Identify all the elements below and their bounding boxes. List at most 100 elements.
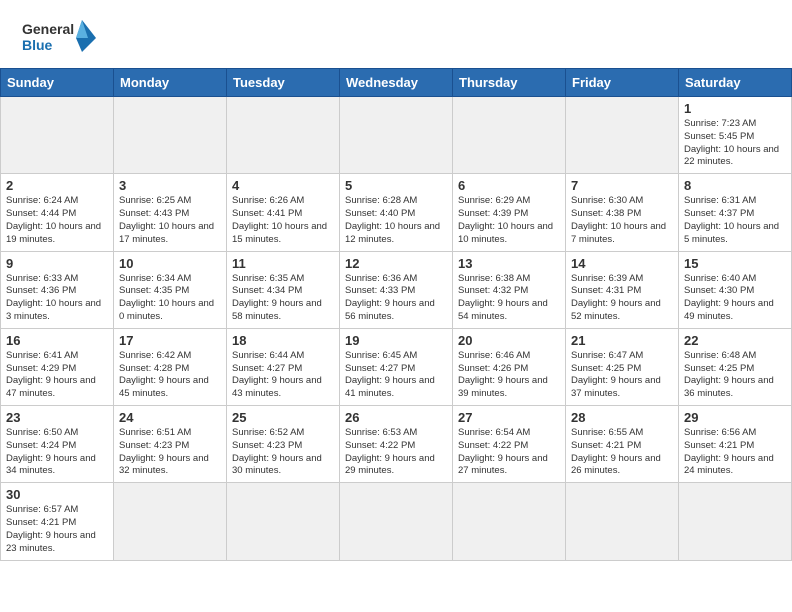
calendar-table: SundayMondayTuesdayWednesdayThursdayFrid…	[0, 68, 792, 561]
calendar-cell	[679, 483, 792, 560]
calendar-cell	[227, 483, 340, 560]
weekday-header-monday: Monday	[114, 69, 227, 97]
calendar-cell	[453, 483, 566, 560]
day-number: 14	[571, 256, 673, 271]
weekday-header-saturday: Saturday	[679, 69, 792, 97]
calendar-cell: 24Sunrise: 6:51 AM Sunset: 4:23 PM Dayli…	[114, 406, 227, 483]
calendar-cell: 8 Sunrise: 6:31 AM Sunset: 4:37 PM Daylig…	[679, 174, 792, 251]
calendar-cell: 30Sunrise: 6:57 AM Sunset: 4:21 PM Dayli…	[1, 483, 114, 560]
weekday-header-wednesday: Wednesday	[340, 69, 453, 97]
weekday-header-sunday: Sunday	[1, 69, 114, 97]
calendar-cell	[340, 97, 453, 174]
day-number: 11	[232, 256, 334, 271]
day-info: Sunrise: 6:48 AM Sunset: 4:25 PM Dayligh…	[684, 350, 786, 401]
calendar-week-row: 2 Sunrise: 6:24 AM Sunset: 4:44 PM Daylig…	[1, 174, 792, 251]
calendar-cell: 28Sunrise: 6:55 AM Sunset: 4:21 PM Dayli…	[566, 406, 679, 483]
page-header: GeneralBlue	[0, 0, 792, 68]
calendar-cell: 27Sunrise: 6:54 AM Sunset: 4:22 PM Dayli…	[453, 406, 566, 483]
day-number: 16	[6, 333, 108, 348]
day-info: Sunrise: 6:30 AM Sunset: 4:38 PM Dayligh…	[571, 195, 673, 246]
day-info: Sunrise: 6:52 AM Sunset: 4:23 PM Dayligh…	[232, 427, 334, 478]
calendar-week-row: 16 Sunrise: 6:41 AM Sunset: 4:29 PM Dayli…	[1, 328, 792, 405]
weekday-header-thursday: Thursday	[453, 69, 566, 97]
day-info: Sunrise: 6:55 AM Sunset: 4:21 PM Dayligh…	[571, 427, 673, 478]
day-info: Sunrise: 6:47 AM Sunset: 4:25 PM Dayligh…	[571, 350, 673, 401]
calendar-cell: 29 Sunrise: 6:56 AM Sunset: 4:21 PM Dayli…	[679, 406, 792, 483]
svg-text:General: General	[22, 21, 74, 37]
day-number: 15	[684, 256, 786, 271]
day-number: 1	[684, 101, 786, 116]
day-info: Sunrise: 6:57 AM Sunset: 4:21 PM Dayligh…	[6, 504, 108, 555]
calendar-cell: 26 Sunrise: 6:53 AM Sunset: 4:22 PM Dayli…	[340, 406, 453, 483]
calendar-cell: 6Sunrise: 6:29 AM Sunset: 4:39 PM Daylig…	[453, 174, 566, 251]
day-number: 23	[6, 410, 108, 425]
day-number: 20	[458, 333, 560, 348]
day-number: 3	[119, 178, 221, 193]
day-info: Sunrise: 6:50 AM Sunset: 4:24 PM Dayligh…	[6, 427, 108, 478]
calendar-cell: 1 Sunrise: 7:23 AM Sunset: 5:45 PM Daylig…	[679, 97, 792, 174]
calendar-cell: 11 Sunrise: 6:35 AM Sunset: 4:34 PM Dayli…	[227, 251, 340, 328]
day-info: Sunrise: 6:38 AM Sunset: 4:32 PM Dayligh…	[458, 273, 560, 324]
day-info: Sunrise: 6:31 AM Sunset: 4:37 PM Dayligh…	[684, 195, 786, 246]
day-info: Sunrise: 7:23 AM Sunset: 5:45 PM Dayligh…	[684, 118, 786, 169]
day-info: Sunrise: 6:56 AM Sunset: 4:21 PM Dayligh…	[684, 427, 786, 478]
day-number: 8	[684, 178, 786, 193]
day-number: 21	[571, 333, 673, 348]
calendar-cell: 14Sunrise: 6:39 AM Sunset: 4:31 PM Dayli…	[566, 251, 679, 328]
day-info: Sunrise: 6:46 AM Sunset: 4:26 PM Dayligh…	[458, 350, 560, 401]
calendar-week-row: 30Sunrise: 6:57 AM Sunset: 4:21 PM Dayli…	[1, 483, 792, 560]
weekday-header-friday: Friday	[566, 69, 679, 97]
calendar-cell: 5Sunrise: 6:28 AM Sunset: 4:40 PM Daylig…	[340, 174, 453, 251]
day-number: 25	[232, 410, 334, 425]
day-info: Sunrise: 6:40 AM Sunset: 4:30 PM Dayligh…	[684, 273, 786, 324]
weekday-header-row: SundayMondayTuesdayWednesdayThursdayFrid…	[1, 69, 792, 97]
logo-svg: GeneralBlue	[20, 16, 100, 60]
day-number: 26	[345, 410, 447, 425]
day-info: Sunrise: 6:24 AM Sunset: 4:44 PM Dayligh…	[6, 195, 108, 246]
day-info: Sunrise: 6:45 AM Sunset: 4:27 PM Dayligh…	[345, 350, 447, 401]
day-number: 29	[684, 410, 786, 425]
day-number: 18	[232, 333, 334, 348]
calendar-cell: 13Sunrise: 6:38 AM Sunset: 4:32 PM Dayli…	[453, 251, 566, 328]
day-info: Sunrise: 6:28 AM Sunset: 4:40 PM Dayligh…	[345, 195, 447, 246]
day-info: Sunrise: 6:41 AM Sunset: 4:29 PM Dayligh…	[6, 350, 108, 401]
day-number: 19	[345, 333, 447, 348]
calendar-cell: 23 Sunrise: 6:50 AM Sunset: 4:24 PM Dayli…	[1, 406, 114, 483]
calendar-cell: 10Sunrise: 6:34 AM Sunset: 4:35 PM Dayli…	[114, 251, 227, 328]
calendar-cell: 12 Sunrise: 6:36 AM Sunset: 4:33 PM Dayli…	[340, 251, 453, 328]
calendar-cell: 4 Sunrise: 6:26 AM Sunset: 4:41 PM Daylig…	[227, 174, 340, 251]
calendar-cell: 16 Sunrise: 6:41 AM Sunset: 4:29 PM Dayli…	[1, 328, 114, 405]
day-number: 4	[232, 178, 334, 193]
calendar-week-row: 1 Sunrise: 7:23 AM Sunset: 5:45 PM Daylig…	[1, 97, 792, 174]
calendar-cell	[114, 97, 227, 174]
calendar-cell	[566, 483, 679, 560]
calendar-cell: 7 Sunrise: 6:30 AM Sunset: 4:38 PM Daylig…	[566, 174, 679, 251]
day-number: 7	[571, 178, 673, 193]
day-info: Sunrise: 6:42 AM Sunset: 4:28 PM Dayligh…	[119, 350, 221, 401]
day-info: Sunrise: 6:44 AM Sunset: 4:27 PM Dayligh…	[232, 350, 334, 401]
day-info: Sunrise: 6:54 AM Sunset: 4:22 PM Dayligh…	[458, 427, 560, 478]
day-number: 17	[119, 333, 221, 348]
calendar-cell: 20 Sunrise: 6:46 AM Sunset: 4:26 PM Dayli…	[453, 328, 566, 405]
calendar-week-row: 9Sunrise: 6:33 AM Sunset: 4:36 PM Daylig…	[1, 251, 792, 328]
calendar-cell	[227, 97, 340, 174]
day-info: Sunrise: 6:25 AM Sunset: 4:43 PM Dayligh…	[119, 195, 221, 246]
day-number: 10	[119, 256, 221, 271]
svg-text:Blue: Blue	[22, 37, 53, 53]
day-number: 9	[6, 256, 108, 271]
day-info: Sunrise: 6:26 AM Sunset: 4:41 PM Dayligh…	[232, 195, 334, 246]
day-number: 24	[119, 410, 221, 425]
logo: GeneralBlue	[20, 16, 100, 60]
day-number: 2	[6, 178, 108, 193]
day-info: Sunrise: 6:53 AM Sunset: 4:22 PM Dayligh…	[345, 427, 447, 478]
day-info: Sunrise: 6:35 AM Sunset: 4:34 PM Dayligh…	[232, 273, 334, 324]
calendar-cell: 3 Sunrise: 6:25 AM Sunset: 4:43 PM Daylig…	[114, 174, 227, 251]
day-number: 12	[345, 256, 447, 271]
calendar-cell	[114, 483, 227, 560]
day-number: 6	[458, 178, 560, 193]
calendar-cell: 2 Sunrise: 6:24 AM Sunset: 4:44 PM Daylig…	[1, 174, 114, 251]
day-info: Sunrise: 6:36 AM Sunset: 4:33 PM Dayligh…	[345, 273, 447, 324]
weekday-header-tuesday: Tuesday	[227, 69, 340, 97]
calendar-cell: 21 Sunrise: 6:47 AM Sunset: 4:25 PM Dayli…	[566, 328, 679, 405]
calendar-cell: 15 Sunrise: 6:40 AM Sunset: 4:30 PM Dayli…	[679, 251, 792, 328]
